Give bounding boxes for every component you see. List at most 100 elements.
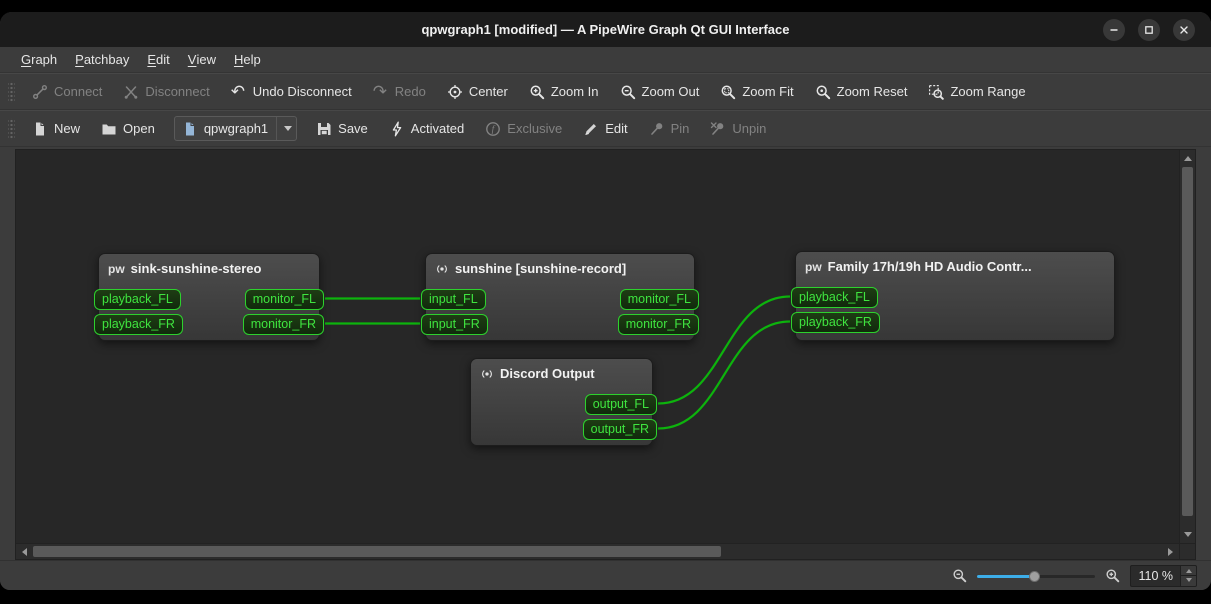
toolbar-patchbay: New Open qpwgraph1 Save Activated f Excl… [0,110,1211,147]
redo-button[interactable]: ↷ Redo [364,79,435,105]
zoom-slider-handle[interactable] [1029,570,1041,582]
disconnect-icon [123,84,139,100]
scroll-left-arrow[interactable] [16,544,32,560]
zoom-reset-label: Zoom Reset [836,84,908,99]
svg-text:f: f [492,124,496,135]
graph-node-sink-sunshine-stereo[interactable]: pw sink-sunshine-stereo playback_FLplaybac… [94,253,324,341]
port-input_FL[interactable]: input_FL [421,289,486,310]
zoom-range-label: Zoom Range [950,84,1026,99]
activated-button[interactable]: Activated [380,116,473,142]
unpin-label: Unpin [732,121,767,136]
zoom-out-indicator-icon [952,568,967,583]
scroll-right-arrow[interactable] [1163,544,1179,560]
zoom-spin-up-button[interactable] [1181,565,1196,576]
pipewire-icon: pw [805,259,822,274]
open-folder-icon [101,121,117,137]
save-button[interactable]: Save [307,116,377,142]
center-icon [447,84,463,100]
save-icon [316,121,332,137]
titlebar[interactable]: qpwgraph1 [modified] — A PipeWire Graph … [0,12,1211,47]
save-label: Save [338,121,368,136]
toolbar-drag-handle[interactable] [8,117,15,140]
graph-node-family-audio[interactable]: pw Family 17h/19h HD Audio Contr... playba… [791,251,1115,341]
connect-label: Connect [54,84,103,99]
window-title: qpwgraph1 [modified] — A PipeWire Graph … [421,22,790,37]
preset-combo[interactable]: qpwgraph1 [173,116,298,141]
graph-canvas[interactable]: pw sink-sunshine-stereo playback_FL playbac… [16,150,1179,543]
menu-edit[interactable]: Edit [138,47,178,72]
port-monitor_FR[interactable]: monitor_FR [617,314,699,335]
graph-node-sunshine[interactable]: sunshine [sunshine-record] input_FL input_… [421,253,699,341]
toolbar-drag-handle[interactable] [8,80,15,103]
exclusive-icon: f [485,121,501,137]
port-playback_FL[interactable]: playback_FL [94,289,181,310]
zoom-fit-icon [720,84,736,100]
port-monitor_FR[interactable]: monitor_FR [242,314,324,335]
zoom-slider[interactable] [977,568,1096,584]
vertical-scrollbar-thumb[interactable] [1182,167,1193,516]
exclusive-button[interactable]: f Exclusive [476,116,571,142]
toolbar-graph: Connect Disconnect ↶ Undo Disconnect ↷ R… [0,73,1211,110]
node-title-text: sink-sunshine-stereo [130,261,262,276]
edit-pencil-icon [583,121,599,137]
port-output_FL[interactable]: output_FL [584,394,657,415]
port-monitor_FL[interactable]: monitor_FL [244,289,324,310]
scroll-up-arrow[interactable] [1180,150,1196,166]
redo-label: Redo [394,84,426,99]
patchbay-file-icon [182,121,198,137]
pipewire-icon: pw [108,261,125,276]
node-title: pw Family 17h/19h HD Audio Contr... [796,252,1114,274]
horizontal-scrollbar[interactable] [16,543,1179,559]
zoom-range-button[interactable]: Zoom Range [919,79,1034,105]
zoom-in-icon [529,84,545,100]
zoom-out-button[interactable]: Zoom Out [611,79,709,105]
node-title: sunshine [sunshine-record] [426,254,694,276]
port-input_FR[interactable]: input_FR [421,314,488,335]
center-button[interactable]: Center [438,79,517,105]
menu-view[interactable]: View [179,47,225,72]
zoom-spin-down-button[interactable] [1181,576,1196,586]
zoom-in-button[interactable]: Zoom In [520,79,608,105]
new-button[interactable]: New [23,116,89,142]
node-title-text: sunshine [sunshine-record] [455,261,627,276]
port-output_FR[interactable]: output_FR [582,419,657,440]
audio-app-icon [435,262,449,276]
zoom-spinbox[interactable]: 110 % [1130,564,1197,587]
exclusive-label: Exclusive [507,121,563,136]
horizontal-scrollbar-thumb[interactable] [33,546,721,557]
redo-icon: ↷ [372,81,387,101]
port-playback_FR[interactable]: playback_FR [94,314,183,335]
port-playback_FL[interactable]: playback_FL [791,287,878,308]
disconnect-button[interactable]: Disconnect [114,79,218,105]
scroll-down-arrow[interactable] [1180,527,1196,543]
unpin-button[interactable]: Unpin [701,116,775,142]
node-title: Discord Output [471,359,652,381]
menu-graph[interactable]: Graph [12,47,66,72]
node-title: pw sink-sunshine-stereo [99,254,319,276]
maximize-button[interactable] [1138,18,1160,41]
zoom-reset-button[interactable]: Zoom Reset [806,79,917,105]
disconnect-label: Disconnect [145,84,210,99]
menu-patchbay[interactable]: Patchbay [66,47,138,72]
combo-dropdown-arrow-icon [276,117,293,140]
node-title-text: Discord Output [500,366,595,381]
open-button[interactable]: Open [92,116,164,142]
edit-button[interactable]: Edit [574,116,636,142]
close-button[interactable] [1173,18,1195,41]
menu-help[interactable]: Help [225,47,270,72]
zoom-fit-button[interactable]: Zoom Fit [711,79,802,105]
minimize-button[interactable] [1103,18,1125,41]
zoom-out-icon [620,84,636,100]
canvas-frame: pw sink-sunshine-stereo playback_FL playbac… [15,149,1196,560]
pin-label: Pin [670,121,690,136]
menubar: Graph Patchbay Edit View Help [0,47,1211,73]
port-playback_FR[interactable]: playback_FR [791,312,880,333]
audio-app-icon [480,367,494,381]
vertical-scrollbar[interactable] [1179,150,1195,543]
pin-button[interactable]: Pin [640,116,699,142]
connect-button[interactable]: Connect [23,79,111,105]
undo-disconnect-button[interactable]: ↶ Undo Disconnect [222,79,361,105]
graph-node-discord-output[interactable]: Discord Output output_FL output_FR [470,358,657,446]
zoom-value[interactable]: 110 % [1131,566,1180,586]
port-monitor_FL[interactable]: monitor_FL [619,289,699,310]
